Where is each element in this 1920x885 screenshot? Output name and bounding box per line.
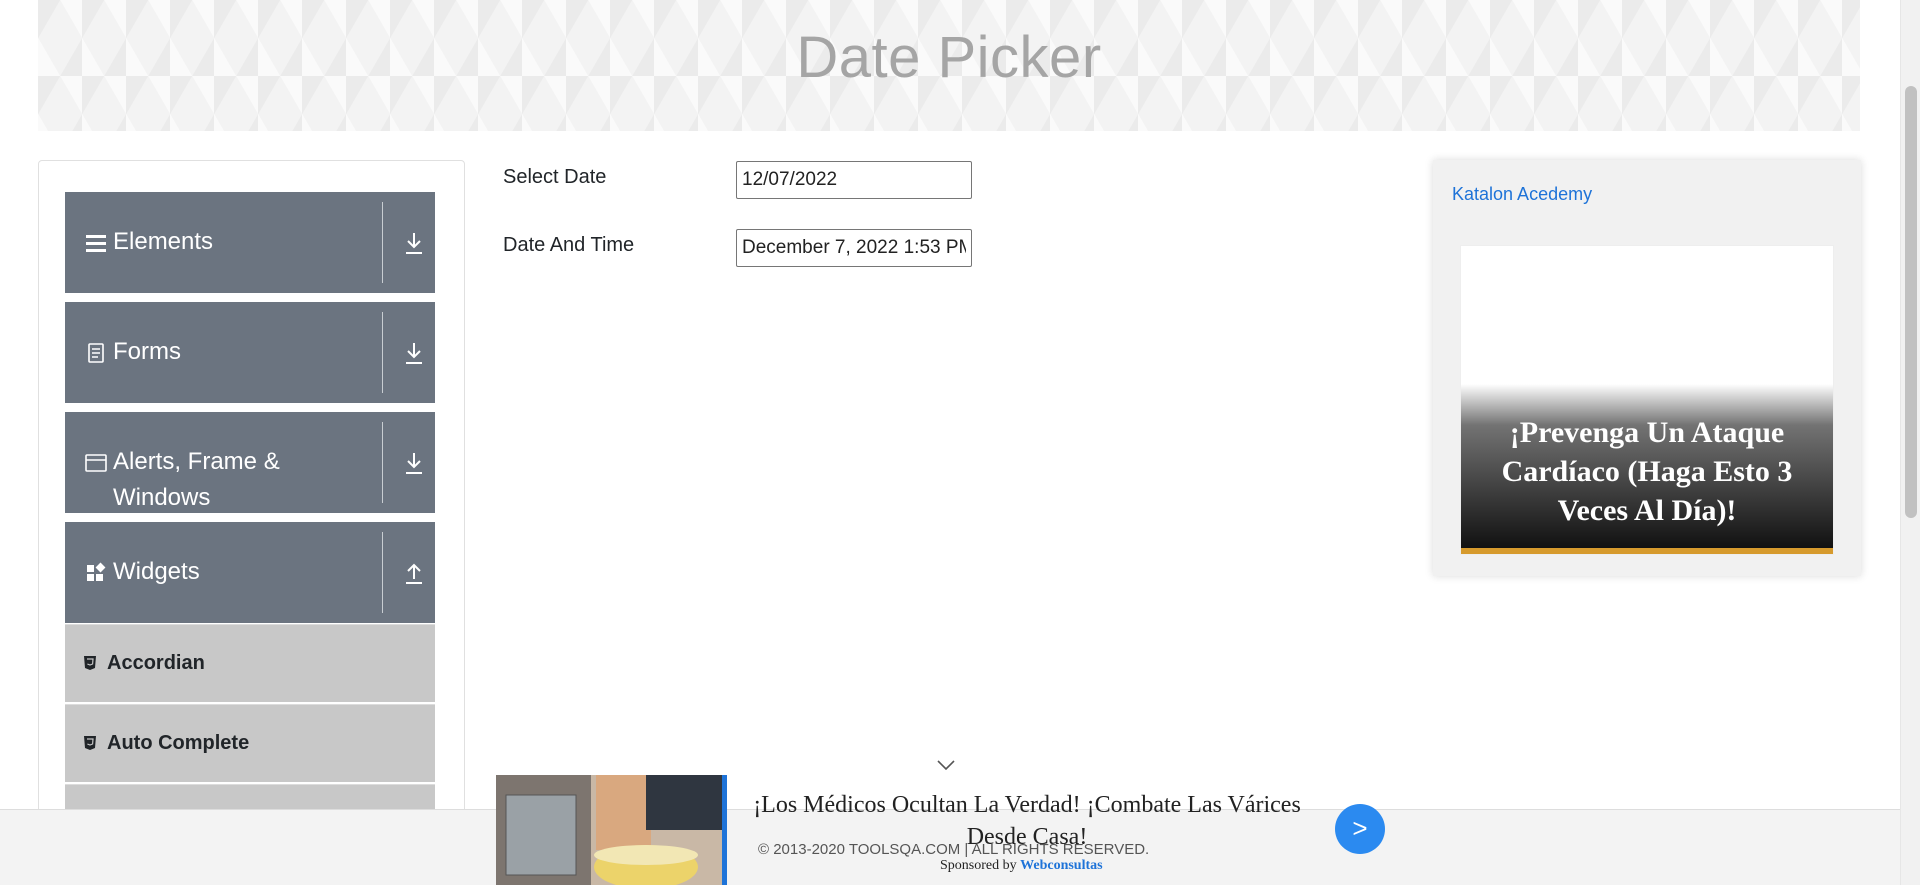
divider xyxy=(382,422,383,503)
download-arrow-icon[interactable] xyxy=(403,450,425,476)
sidebar: Elements Forms Alerts, Frame & Windows W… xyxy=(38,160,465,885)
ad-headline[interactable]: ¡Prevenga Un Ataque Cardíaco (Haga Esto … xyxy=(1469,413,1825,530)
page-header-banner: Date Picker xyxy=(38,0,1860,131)
download-arrow-icon[interactable] xyxy=(403,230,425,256)
download-arrow-icon[interactable] xyxy=(403,340,425,366)
katalon-academy-link[interactable]: Katalon Acedemy xyxy=(1452,184,1592,205)
sidebar-item-label: Auto Complete xyxy=(107,732,250,754)
sidebar-group-widgets[interactable]: Widgets xyxy=(65,522,435,623)
html5-icon xyxy=(84,736,96,750)
native-ad-next-button[interactable]: > xyxy=(1335,804,1385,854)
page-title: Date Picker xyxy=(796,25,1102,90)
document-icon xyxy=(88,343,104,363)
ad-container: Katalon Acedemy ¡Prevenga Un Ataque Card… xyxy=(1433,160,1861,576)
html5-icon xyxy=(84,656,96,670)
vertical-scrollbar[interactable] xyxy=(1900,0,1920,885)
widgets-icon xyxy=(87,562,106,581)
sidebar-group-elements[interactable]: Elements xyxy=(65,192,435,293)
select-date-input[interactable] xyxy=(736,161,972,199)
sidebar-item-label: Accordian xyxy=(107,652,205,674)
divider xyxy=(382,202,383,283)
sidebar-item-auto-complete[interactable]: Auto Complete xyxy=(65,704,435,782)
date-and-time-input[interactable] xyxy=(736,229,972,267)
native-ad-headline[interactable]: ¡Los Médicos Ocultan La Verdad! ¡Combate… xyxy=(736,789,1318,853)
sponsored-by: Sponsored by Webconsultas xyxy=(940,858,1103,874)
select-date-label: Select Date xyxy=(503,166,607,188)
ad-overlay: ¡Prevenga Un Ataque Cardíaco (Haga Esto … xyxy=(1461,384,1833,554)
scrollbar-thumb[interactable] xyxy=(1905,86,1917,518)
sponsor-link[interactable]: Webconsultas xyxy=(1020,858,1102,873)
sidebar-group-label: Forms xyxy=(113,338,181,365)
sidebar-group-label: Widgets xyxy=(113,558,200,585)
sidebar-group-forms[interactable]: Forms xyxy=(65,302,435,403)
sidebar-group-label: Alerts, Frame & Windows xyxy=(113,448,280,511)
divider xyxy=(382,312,383,393)
sidebar-group-label: Elements xyxy=(113,228,214,255)
native-ad-accent-bar xyxy=(722,775,727,885)
date-and-time-label: Date And Time xyxy=(503,234,635,256)
sponsored-prefix: Sponsored by xyxy=(940,858,1017,873)
ad-image[interactable]: ¡Prevenga Un Ataque Cardíaco (Haga Esto … xyxy=(1460,245,1834,555)
sidebar-group-alerts-frame-windows[interactable]: Alerts, Frame & Windows xyxy=(65,412,435,513)
sidebar-item-accordian[interactable]: Accordian xyxy=(65,624,435,702)
divider xyxy=(382,532,383,613)
native-ad-photo xyxy=(496,775,726,885)
chevron-down-icon[interactable] xyxy=(936,758,956,772)
native-ad-image[interactable] xyxy=(496,775,726,885)
hamburger-icon xyxy=(86,235,106,252)
window-icon xyxy=(85,454,107,472)
upload-arrow-icon[interactable] xyxy=(403,560,425,586)
